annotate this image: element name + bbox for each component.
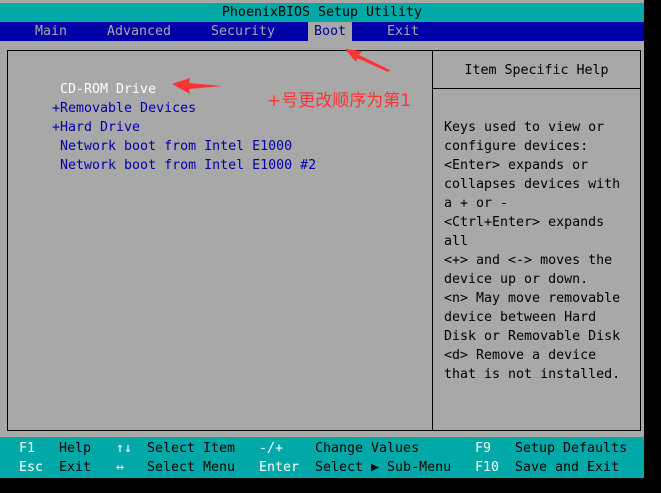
arrow-to-cdrom-icon [172,78,222,94]
annotation-arrows [172,49,390,94]
arrow-to-boot-tab-icon [345,49,390,72]
